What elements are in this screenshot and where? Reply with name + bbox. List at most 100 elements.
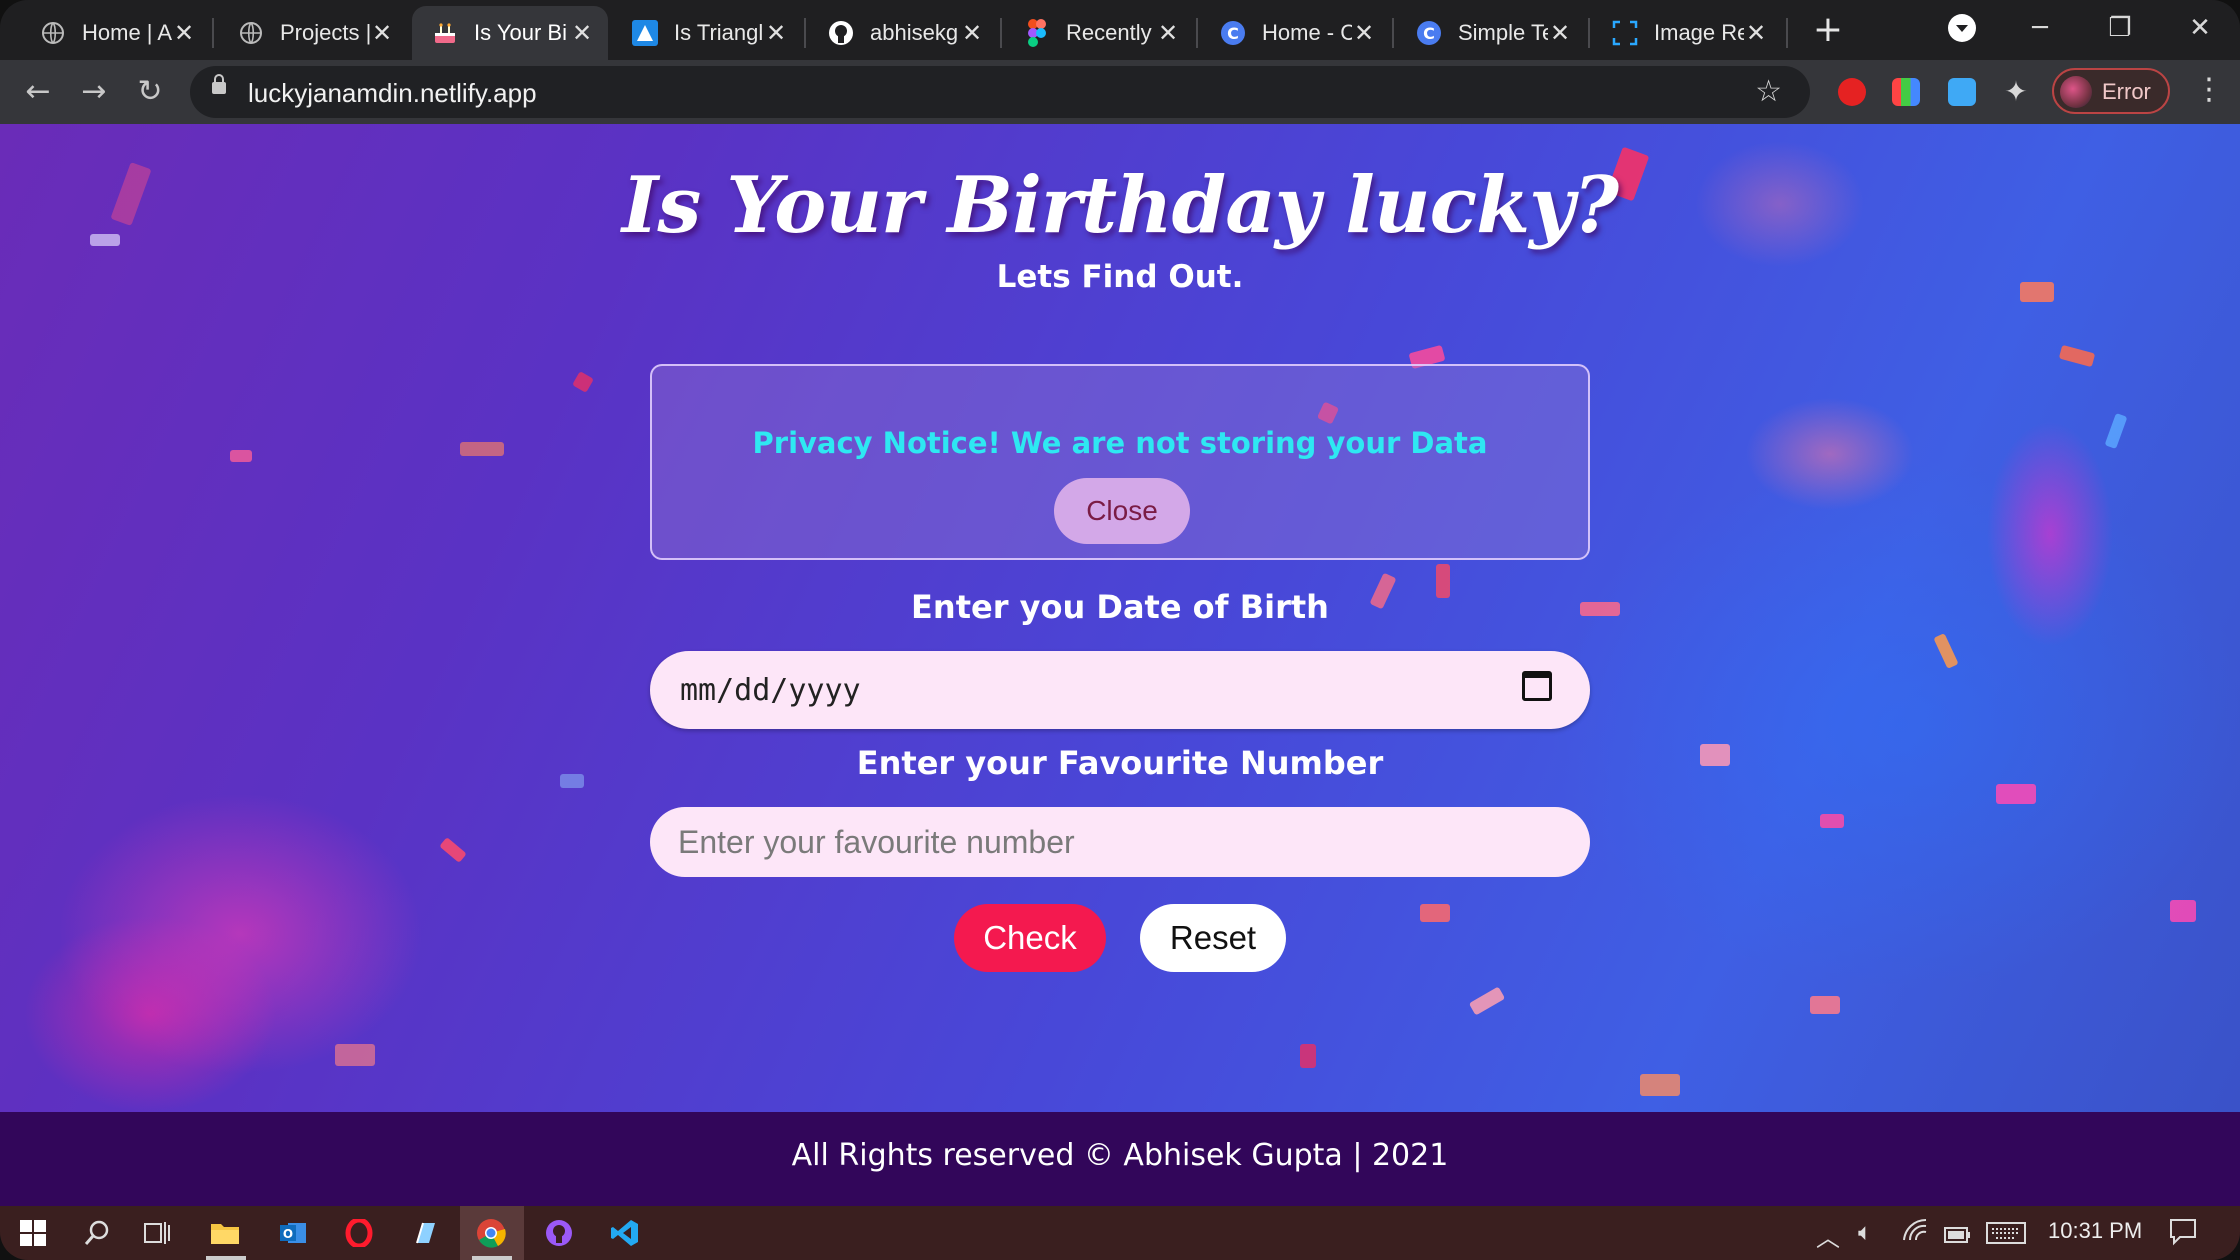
date-of-birth-input[interactable]: mm/dd/yyyy xyxy=(650,651,1590,729)
puzzle-extensions-icon[interactable]: ✦ xyxy=(2002,78,2030,106)
tab-separator xyxy=(212,18,214,48)
bookmark-star-icon[interactable]: ☆ xyxy=(1755,74,1782,109)
color-extension-icon[interactable] xyxy=(1892,78,1920,106)
close-icon[interactable]: ✕ xyxy=(370,19,394,48)
tab-title: Simple Te xyxy=(1458,20,1548,45)
outlook-icon[interactable]: O xyxy=(276,1216,310,1250)
reload-button[interactable]: ↻ xyxy=(128,70,172,114)
tab-separator xyxy=(1786,18,1788,48)
address-bar[interactable]: luckyjanamdin.netlify.app ☆ xyxy=(190,66,1810,118)
confetti-piece xyxy=(1933,633,1959,669)
chrome-icon[interactable] xyxy=(474,1216,508,1250)
twitter-extension-icon[interactable] xyxy=(1948,78,1976,106)
confetti-piece xyxy=(2058,344,2096,368)
confetti-piece xyxy=(1640,1074,1680,1096)
globe-icon xyxy=(40,20,66,46)
new-tab-button[interactable]: + xyxy=(1808,10,1848,50)
tab-search-button[interactable] xyxy=(1948,14,1976,42)
os-taskbar: O ︿ 🔈︎ 10:31 PM xyxy=(0,1206,2240,1260)
minimize-button[interactable]: ─ xyxy=(2018,8,2062,48)
tab-simple-te[interactable]: C Simple Te ✕ xyxy=(1396,6,1586,60)
tab-separator xyxy=(1588,18,1590,48)
tab-title: Recently xyxy=(1066,20,1152,45)
notification-icon[interactable] xyxy=(2168,1216,2198,1252)
vscode-icon[interactable] xyxy=(608,1216,642,1250)
close-icon[interactable]: ✕ xyxy=(960,19,984,48)
tab-home-c[interactable]: C Home - C ✕ xyxy=(1200,6,1390,60)
close-icon[interactable]: ✕ xyxy=(570,19,594,48)
favourite-number-input[interactable] xyxy=(650,807,1590,877)
confetti-piece xyxy=(439,837,467,863)
wifi-icon[interactable] xyxy=(1902,1218,1928,1248)
window-close-button[interactable]: ✕ xyxy=(2178,8,2222,48)
close-notice-button[interactable]: Close xyxy=(1054,478,1190,544)
page-subtitle: Lets Find Out. xyxy=(996,259,1244,295)
keyboard-icon[interactable] xyxy=(1986,1222,2026,1250)
tab-title: Home - C xyxy=(1262,20,1352,45)
favourite-number-label: Enter your Favourite Number xyxy=(856,744,1384,782)
close-icon[interactable]: ✕ xyxy=(1548,19,1572,48)
tab-recently[interactable]: Recently ✕ xyxy=(1004,6,1194,60)
profile-button[interactable]: Error xyxy=(2052,68,2170,114)
screen: Home | A ✕ Projects | ✕ Is Your Bi ✕ Is … xyxy=(0,0,2240,1260)
confetti-piece xyxy=(1420,904,1450,922)
image-frame-icon xyxy=(1612,20,1638,46)
github-desktop-icon[interactable] xyxy=(542,1216,576,1250)
kebab-menu-icon[interactable]: ⋮ xyxy=(2194,72,2224,107)
notes-app-icon[interactable] xyxy=(408,1216,442,1250)
avatar xyxy=(2060,76,2092,108)
tab-image-re[interactable]: Image Re ✕ xyxy=(1592,6,1782,60)
check-button[interactable]: Check xyxy=(954,904,1106,972)
dob-label: Enter you Date of Birth xyxy=(911,588,1329,626)
close-icon[interactable]: ✕ xyxy=(1744,19,1768,48)
globe-icon xyxy=(238,20,264,46)
svg-text:C: C xyxy=(1227,24,1239,43)
tab-title: Is Your Bi xyxy=(474,20,567,45)
close-icon[interactable]: ✕ xyxy=(1352,19,1376,48)
adblock-extension-icon[interactable] xyxy=(1838,78,1866,106)
browser-toolbar: ← → ↻ luckyjanamdin.netlify.app ☆ ✦ Erro… xyxy=(0,60,2240,124)
windows-start-icon[interactable] xyxy=(16,1216,50,1250)
profile-status-label: Error xyxy=(2102,79,2151,104)
opera-icon[interactable] xyxy=(342,1216,376,1250)
close-icon[interactable]: ✕ xyxy=(172,19,196,48)
tab-projects[interactable]: Projects | ✕ xyxy=(218,6,408,60)
reset-button[interactable]: Reset xyxy=(1140,904,1286,972)
tab-separator xyxy=(1196,18,1198,48)
battery-icon[interactable] xyxy=(1944,1222,1972,1250)
taskbar-clock: 10:31 PM xyxy=(2048,1218,2143,1243)
triangle-icon xyxy=(632,20,658,46)
search-icon[interactable] xyxy=(80,1216,114,1250)
running-indicator xyxy=(206,1256,246,1260)
tab-separator xyxy=(1392,18,1394,48)
calendar-icon[interactable] xyxy=(1522,671,1552,701)
birthday-cake-icon xyxy=(432,20,458,46)
privacy-notice: Privacy Notice! We are not storing your … xyxy=(650,364,1590,560)
confetti-piece xyxy=(335,1044,375,1066)
url-text: luckyjanamdin.netlify.app xyxy=(248,78,537,108)
confetti-piece xyxy=(1996,784,2036,804)
c-logo-icon: C xyxy=(1220,20,1246,46)
github-icon xyxy=(828,20,854,46)
volume-icon[interactable]: 🔈︎ xyxy=(1858,1218,1872,1246)
close-icon[interactable]: ✕ xyxy=(764,19,788,48)
page-title: Is Your Birthday lucky? xyxy=(621,160,1619,251)
c-logo-icon: C xyxy=(1416,20,1442,46)
footer: All Rights reserved © Abhisek Gupta | 20… xyxy=(0,1112,2240,1206)
tab-home[interactable]: Home | A ✕ xyxy=(20,6,210,60)
tab-separator xyxy=(1000,18,1002,48)
restore-button[interactable]: ❐ xyxy=(2098,8,2142,48)
back-button[interactable]: ← xyxy=(16,70,60,114)
tab-is-triangle[interactable]: Is Triangl ✕ xyxy=(612,6,802,60)
task-view-icon[interactable] xyxy=(140,1216,174,1250)
svg-text:O: O xyxy=(283,1227,293,1241)
tab-title: Is Triangl xyxy=(674,20,764,45)
forward-button[interactable]: → xyxy=(72,70,116,114)
confetti-piece xyxy=(1468,986,1506,1016)
confetti-piece xyxy=(230,450,252,462)
tab-is-your-birthday[interactable]: Is Your Bi ✕ xyxy=(412,6,608,60)
close-icon[interactable]: ✕ xyxy=(1156,19,1180,48)
tab-github[interactable]: abhisekg ✕ xyxy=(808,6,998,60)
file-explorer-icon[interactable] xyxy=(208,1216,242,1250)
tray-chevron-up-icon[interactable]: ︿ xyxy=(1816,1218,1840,1253)
